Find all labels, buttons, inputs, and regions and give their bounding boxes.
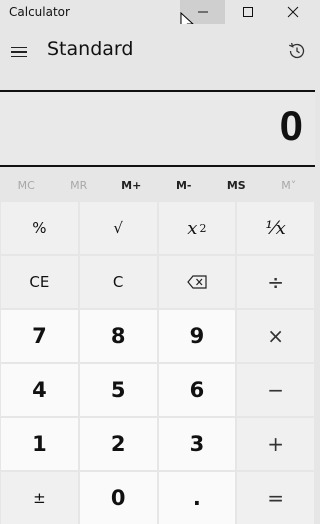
close-icon xyxy=(287,6,298,18)
minus-button[interactable]: − xyxy=(237,364,314,416)
result-display: 0 xyxy=(0,90,315,167)
keypad: % √ x2 ¹⁄x CE C ÷ 7 8 9 × 4 5 6 − 1 2 3 … xyxy=(0,201,315,524)
square-button[interactable]: x2 xyxy=(158,202,236,254)
app-title: Calculator xyxy=(9,5,70,19)
divide-button[interactable]: ÷ xyxy=(237,256,314,308)
digit-2-button[interactable]: 2 xyxy=(79,418,157,470)
app-header: Standard xyxy=(0,24,315,90)
equals-button[interactable]: = xyxy=(237,472,314,524)
digit-1-button[interactable]: 1 xyxy=(1,418,78,470)
display-value: 0 xyxy=(279,102,303,149)
memory-subtract-button[interactable]: M- xyxy=(158,169,211,201)
mode-title: Standard xyxy=(47,38,134,60)
digit-7-button[interactable]: 7 xyxy=(1,310,78,362)
memory-clear-button[interactable]: MC xyxy=(0,169,53,201)
square-exponent-label: 2 xyxy=(199,221,207,235)
history-icon[interactable] xyxy=(286,40,308,62)
close-button[interactable] xyxy=(270,0,315,24)
clear-entry-button[interactable]: CE xyxy=(1,256,78,308)
memory-recall-button[interactable]: MR xyxy=(53,169,106,201)
square-base-label: x xyxy=(187,217,198,239)
hamburger-icon[interactable] xyxy=(11,40,31,64)
memory-row: MC MR M+ M- MS M˅ xyxy=(0,169,315,201)
digit-3-button[interactable]: 3 xyxy=(158,418,236,470)
clear-button[interactable]: C xyxy=(79,256,157,308)
maximize-button[interactable] xyxy=(225,0,270,24)
memory-store-button[interactable]: MS xyxy=(210,169,263,201)
digit-9-button[interactable]: 9 xyxy=(158,310,236,362)
digit-0-button[interactable]: 0 xyxy=(79,472,157,524)
digit-8-button[interactable]: 8 xyxy=(79,310,157,362)
digit-5-button[interactable]: 5 xyxy=(79,364,157,416)
decimal-button[interactable]: . xyxy=(158,472,236,524)
multiply-button[interactable]: × xyxy=(237,310,314,362)
backspace-icon xyxy=(187,275,207,289)
reciprocal-button[interactable]: ¹⁄x xyxy=(237,202,314,254)
square-root-button[interactable]: √ xyxy=(79,202,157,254)
title-bar: Calculator xyxy=(0,0,315,33)
percent-button[interactable]: % xyxy=(1,202,78,254)
minimize-icon xyxy=(197,11,208,13)
maximize-icon xyxy=(242,7,253,17)
plus-button[interactable]: + xyxy=(237,418,314,470)
negate-button[interactable]: ± xyxy=(1,472,78,524)
digit-6-button[interactable]: 6 xyxy=(158,364,236,416)
memory-add-button[interactable]: M+ xyxy=(105,169,158,201)
digit-4-button[interactable]: 4 xyxy=(1,364,78,416)
memory-list-button[interactable]: M˅ xyxy=(263,169,316,201)
backspace-button[interactable] xyxy=(158,256,236,308)
